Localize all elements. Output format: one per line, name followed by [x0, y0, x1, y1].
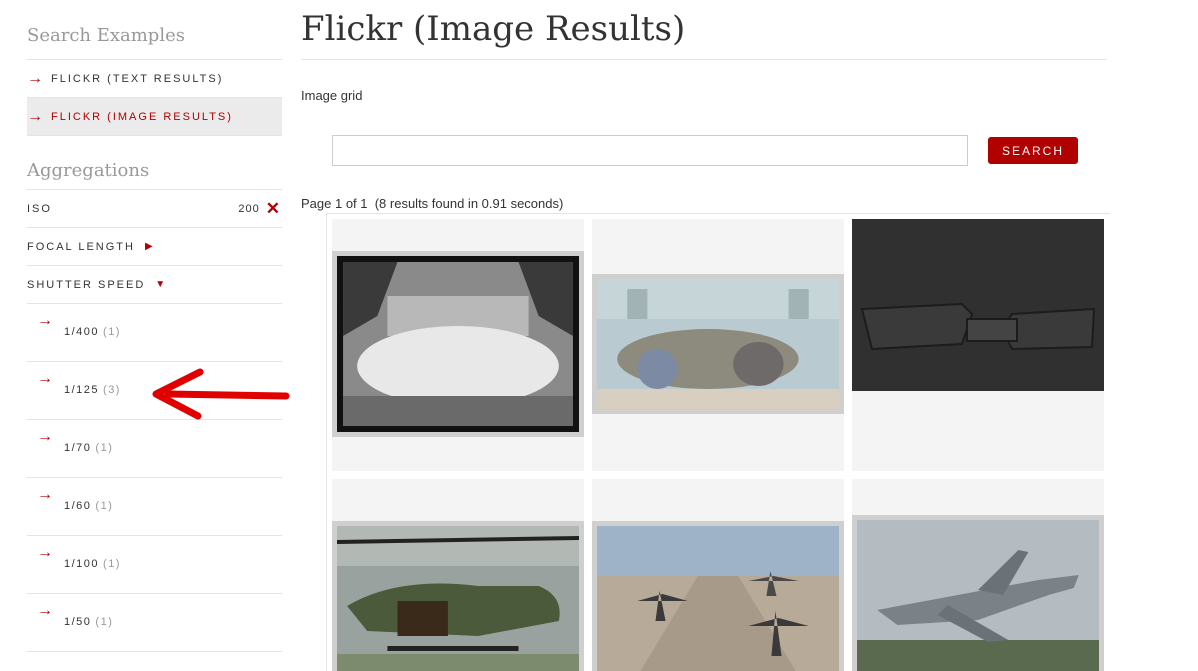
- right-arrow-icon: →: [37, 312, 53, 329]
- image-result[interactable]: [592, 219, 844, 471]
- handshake-illustration-image: [852, 219, 1104, 391]
- search-bar: SEARCH: [332, 135, 1078, 166]
- facet-count: (3): [103, 384, 121, 396]
- facet-label: 1/100: [64, 558, 100, 570]
- nurses-group-photo-image: [337, 256, 579, 432]
- sidebar: Search Examples → FLICKR (TEXT RESULTS) …: [27, 0, 282, 652]
- image-thumbnail[interactable]: [592, 274, 844, 414]
- right-arrow-icon: →: [37, 486, 53, 503]
- military-helicopter-image: [337, 526, 579, 671]
- main-content: Flickr (Image Results) Image grid SEARCH…: [301, 0, 1110, 671]
- agg-focal-length[interactable]: FOCAL LENGTH ▶: [27, 228, 282, 266]
- triangle-right-icon: ▶: [144, 241, 153, 252]
- examples-heading: Search Examples: [27, 0, 282, 60]
- facet-item[interactable]: → 1/100 (1): [27, 536, 282, 594]
- facet-count: (1): [95, 616, 114, 628]
- page-info: Page 1 of 1 (8 results found in 0.91 sec…: [301, 196, 564, 211]
- agg-iso-value: 200: [238, 202, 260, 215]
- right-arrow-icon: →: [27, 107, 43, 125]
- right-arrow-icon: →: [37, 544, 53, 561]
- facet-label: 1/70: [64, 442, 92, 454]
- image-result[interactable]: [852, 479, 1104, 671]
- search-input[interactable]: [332, 135, 968, 166]
- agg-shutter-speed-label: SHUTTER SPEED: [27, 278, 146, 291]
- right-arrow-icon: →: [37, 370, 53, 387]
- facet-item[interactable]: → 1/70 (1): [27, 420, 282, 478]
- image-result[interactable]: [852, 219, 1104, 471]
- triangle-down-icon: ▼: [155, 279, 166, 290]
- image-thumbnail[interactable]: [852, 515, 1104, 671]
- facet-label: 1/60: [64, 500, 92, 512]
- image-thumbnail[interactable]: [332, 521, 584, 671]
- right-arrow-icon: →: [27, 69, 43, 87]
- aggregations-heading: Aggregations: [27, 136, 282, 190]
- image-result[interactable]: [332, 219, 584, 471]
- facet-item[interactable]: → 1/60 (1): [27, 478, 282, 536]
- fighter-jets-runway-image: [597, 526, 839, 671]
- grid-label: Image grid: [301, 88, 363, 103]
- search-button[interactable]: SEARCH: [988, 137, 1078, 164]
- agg-focal-length-label: FOCAL LENGTH: [27, 240, 135, 253]
- right-arrow-icon: →: [37, 602, 53, 619]
- facet-label: 1/400: [64, 326, 100, 338]
- close-x-icon[interactable]: ✕: [266, 200, 280, 217]
- dancing-room-illustration-image: [597, 279, 839, 409]
- facet-count: (1): [95, 500, 114, 512]
- example-link-label: FLICKR (TEXT RESULTS): [51, 72, 224, 85]
- image-thumbnail[interactable]: [332, 251, 584, 437]
- image-result[interactable]: [332, 479, 584, 671]
- facet-count: (1): [103, 558, 121, 570]
- example-link-label: FLICKR (IMAGE RESULTS): [51, 110, 233, 123]
- agg-iso-label: ISO: [27, 202, 52, 215]
- example-link-text-results[interactable]: → FLICKR (TEXT RESULTS): [27, 60, 282, 98]
- right-arrow-icon: →: [37, 428, 53, 445]
- facet-label: 1/50: [64, 616, 92, 628]
- image-thumbnail[interactable]: [592, 521, 844, 671]
- facet-count: (1): [103, 326, 121, 338]
- agg-shutter-speed[interactable]: SHUTTER SPEED ▼: [27, 266, 282, 304]
- facet-item[interactable]: → 1/50 (1): [27, 594, 282, 652]
- fighter-jet-takeoff-image: [857, 520, 1099, 671]
- image-grid: [326, 213, 1110, 671]
- agg-iso: ISO 200 ✕: [27, 190, 282, 228]
- facet-label: 1/125: [64, 384, 100, 396]
- example-link-image-results[interactable]: → FLICKR (IMAGE RESULTS): [27, 98, 282, 136]
- image-thumbnail[interactable]: [852, 219, 1104, 391]
- facet-item[interactable]: → 1/400 (1): [27, 304, 282, 362]
- annotation-arrow: [152, 368, 290, 420]
- image-result[interactable]: [592, 479, 844, 671]
- facet-count: (1): [95, 442, 114, 454]
- page-title: Flickr (Image Results): [301, 0, 1107, 60]
